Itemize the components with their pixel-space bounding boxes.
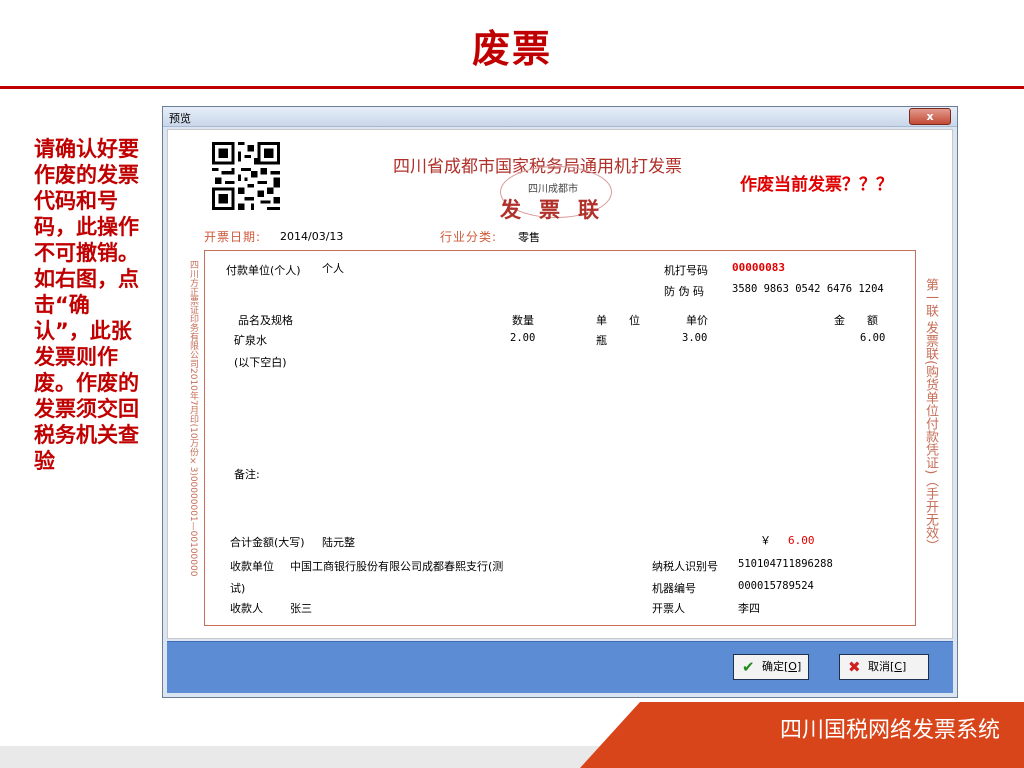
industry-value: 零售 xyxy=(518,231,540,244)
issue-date-value: 2014/03/13 xyxy=(280,230,344,243)
item-qty: 2.00 xyxy=(510,332,536,344)
column-qty: 数量 xyxy=(512,314,534,327)
drawer-label: 开票人 xyxy=(652,602,685,615)
item-price: 3.00 xyxy=(682,332,708,344)
title-divider xyxy=(0,86,1024,89)
total-caps-value: 陆元整 xyxy=(322,536,355,549)
industry-label: 行业分类: xyxy=(440,230,498,244)
qr-code-icon xyxy=(212,142,280,210)
column-amount: 金 额 xyxy=(834,314,878,327)
machine-no-value: 00000083 xyxy=(732,261,785,274)
confirm-button[interactable]: ✔ 确定[O] xyxy=(733,654,809,680)
cross-icon: ✖ xyxy=(848,658,861,676)
tax-id-value: 510104711896288 xyxy=(738,558,833,570)
close-button[interactable]: x xyxy=(909,108,951,125)
check-icon: ✔ xyxy=(742,658,755,676)
machine-no-label: 机打号码 xyxy=(664,264,708,277)
payee-unit-label: 收款单位 xyxy=(230,560,274,573)
cancel-button[interactable]: ✖ 取消[C] xyxy=(839,654,929,680)
window-titlebar[interactable]: 预览 x xyxy=(163,107,957,127)
item-unit: 瓶 xyxy=(596,334,607,347)
payer-label: 付款单位(个人) xyxy=(226,264,301,277)
confirm-button-label: 确定[O] xyxy=(762,660,802,673)
issue-date-label: 开票日期: xyxy=(204,230,262,244)
payee-unit-line2: 试) xyxy=(230,582,246,595)
slide-title: 废票 xyxy=(471,27,552,71)
column-name: 品名及规格 xyxy=(238,314,293,327)
seal-city: 四川成都市 xyxy=(528,184,578,195)
currency-symbol: ￥ xyxy=(760,534,771,547)
blank-note: (以下空白) xyxy=(234,356,287,369)
copy-side-note: 第一联 发票联(购货单位付款凭证)（手开无效） xyxy=(923,278,938,553)
cancel-button-label: 取消[C] xyxy=(868,660,907,673)
column-unit: 单 位 xyxy=(596,314,640,327)
button-panel: ✔ 确定[O] ✖ 取消[C] xyxy=(167,641,953,693)
window-title: 预览 xyxy=(169,112,191,125)
drawer-value: 李四 xyxy=(738,602,760,615)
instruction-text: 请确认好要作废的发票代码和号码，此操作不可撤销。如右图，点击“确认”，此张发票则… xyxy=(34,137,139,473)
total-caps-label: 合计金额(大写) xyxy=(230,536,305,549)
payee-unit-line1: 中国工商银行股份有限公司成都春熙支行(测 xyxy=(290,560,504,573)
payee-value: 张三 xyxy=(290,602,312,615)
invoice-preview: 四川省成都市国家税务局通用机打发票 四川成都市 发票联 作废当前发票？？？ 开票… xyxy=(167,129,953,639)
column-price: 单价 xyxy=(686,314,708,327)
payer-value: 个人 xyxy=(322,262,344,275)
item-amount: 6.00 xyxy=(860,332,886,344)
printer-side-note: 四川方正票证印务有限公司2010年7月印(10万份×3)00000001—001… xyxy=(188,260,198,577)
device-no-value: 000015789524 xyxy=(738,580,814,592)
payee-label: 收款人 xyxy=(230,602,263,615)
device-no-label: 机器编号 xyxy=(652,582,696,595)
close-icon: x xyxy=(926,110,934,123)
void-confirm-prompt: 作废当前发票？？？ xyxy=(740,175,893,195)
preview-window: 预览 x 四川省成都市国家税务局通用机打发票 四川成都市 发票联 作废当前发票？… xyxy=(162,106,958,698)
invoice-copy-name: 发票联 xyxy=(500,198,617,222)
vertical-scrollbar[interactable] xyxy=(946,131,954,631)
footer-system-name: 四川国税网络发票系统 xyxy=(779,718,1000,743)
anti-fake-label: 防 伪 码 xyxy=(664,285,704,298)
anti-fake-value: 3580 9863 0542 6476 1204 xyxy=(732,283,884,295)
item-name: 矿泉水 xyxy=(234,334,267,347)
total-amount: 6.00 xyxy=(788,534,815,547)
tax-id-label: 纳税人识别号 xyxy=(652,560,718,573)
remark-label: 备注: xyxy=(234,468,260,481)
